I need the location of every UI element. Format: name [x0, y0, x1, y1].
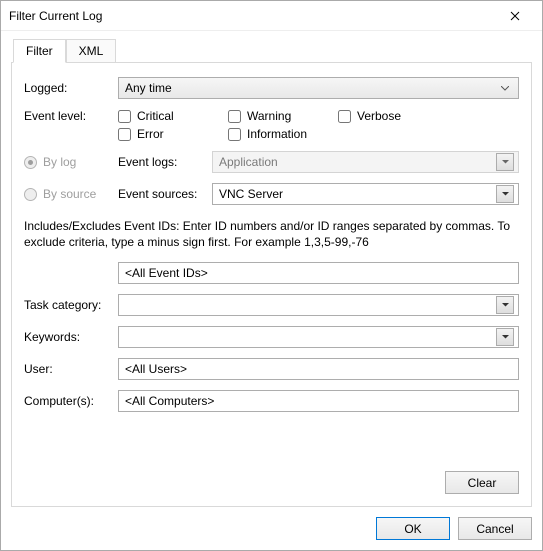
clear-button-label: Clear [468, 476, 497, 490]
tab-xml-label: XML [79, 44, 104, 58]
dialog-window: Filter Current Log Filter XML Logged: An… [0, 0, 543, 551]
check-critical-box[interactable] [118, 110, 131, 123]
tabstrip: Filter XML [13, 39, 532, 63]
chevron-down-icon [496, 185, 514, 203]
label-computers: Computer(s): [24, 394, 118, 408]
cancel-button[interactable]: Cancel [458, 517, 532, 540]
label-task-category: Task category: [24, 298, 118, 312]
cancel-button-label: Cancel [476, 522, 513, 536]
check-error[interactable]: Error [118, 127, 208, 141]
computers-input[interactable] [118, 390, 519, 412]
chevron-down-icon [496, 296, 514, 314]
check-verbose-box[interactable] [338, 110, 351, 123]
ok-button-label: OK [404, 522, 421, 536]
client-area: Filter XML Logged: Any time [1, 31, 542, 550]
chevron-down-icon [496, 86, 514, 91]
dialog-footer: OK Cancel [11, 507, 532, 540]
label-event-sources: Event sources: [118, 187, 212, 201]
event-logs-value: Application [219, 155, 496, 169]
tab-page-filter: Logged: Any time Event level: Critical W… [11, 62, 532, 507]
radio-by-log-row: By log [24, 155, 118, 169]
label-event-level: Event level: [24, 109, 118, 123]
event-ids-input[interactable] [118, 262, 519, 284]
task-category-dropdown[interactable] [118, 294, 519, 316]
radio-by-log [24, 156, 37, 169]
check-critical[interactable]: Critical [118, 109, 208, 123]
tab-filter-label: Filter [26, 44, 53, 58]
ok-button[interactable]: OK [376, 517, 450, 540]
close-button[interactable] [494, 2, 536, 30]
titlebar: Filter Current Log [1, 1, 542, 31]
window-title: Filter Current Log [9, 9, 494, 23]
check-information-label: Information [247, 127, 307, 141]
check-error-label: Error [137, 127, 164, 141]
radio-by-source-label: By source [43, 187, 96, 201]
user-input[interactable] [118, 358, 519, 380]
radio-by-source-row: By source [24, 187, 118, 201]
check-verbose-label: Verbose [357, 109, 401, 123]
event-level-group: Critical Warning Verbose Error Informati… [118, 109, 519, 141]
logged-dropdown[interactable]: Any time [118, 77, 519, 99]
event-sources-value: VNC Server [219, 187, 496, 201]
check-warning-box[interactable] [228, 110, 241, 123]
radio-by-source [24, 188, 37, 201]
chevron-down-icon [496, 153, 514, 171]
label-keywords: Keywords: [24, 330, 118, 344]
check-verbose[interactable]: Verbose [338, 109, 428, 123]
check-information[interactable]: Information [228, 127, 318, 141]
logged-value: Any time [125, 81, 496, 95]
keywords-dropdown[interactable] [118, 326, 519, 348]
tab-filter[interactable]: Filter [13, 39, 66, 63]
tab-xml[interactable]: XML [66, 39, 117, 63]
radio-by-log-label: By log [43, 155, 76, 169]
label-event-logs: Event logs: [118, 155, 212, 169]
label-logged: Logged: [24, 81, 118, 95]
label-user: User: [24, 362, 118, 376]
event-sources-dropdown[interactable]: VNC Server [212, 183, 519, 205]
check-error-box[interactable] [118, 128, 131, 141]
check-information-box[interactable] [228, 128, 241, 141]
chevron-down-icon [496, 328, 514, 346]
check-warning-label: Warning [247, 109, 291, 123]
check-warning[interactable]: Warning [228, 109, 318, 123]
check-critical-label: Critical [137, 109, 174, 123]
close-icon [510, 11, 520, 21]
event-logs-dropdown: Application [212, 151, 519, 173]
clear-button[interactable]: Clear [445, 471, 519, 494]
event-ids-hint: Includes/Excludes Event IDs: Enter ID nu… [24, 219, 519, 250]
